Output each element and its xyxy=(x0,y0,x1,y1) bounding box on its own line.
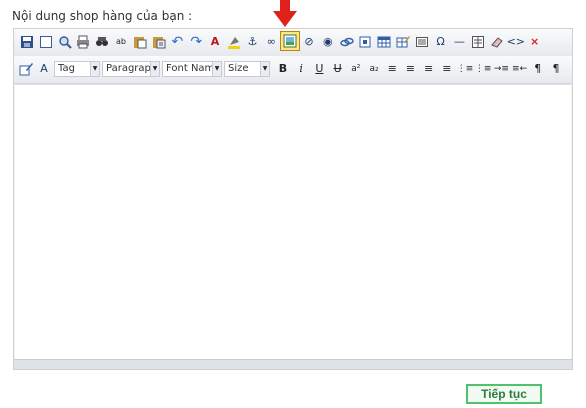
paste-icon[interactable] xyxy=(132,34,148,50)
undo-icon[interactable]: ↶ xyxy=(169,34,185,50)
table-edit-icon[interactable] xyxy=(395,34,411,50)
document-link-icon[interactable] xyxy=(339,34,355,50)
outdent-icon[interactable]: ≡← xyxy=(512,61,528,77)
rtl-icon[interactable]: ¶ xyxy=(548,61,564,77)
find-icon[interactable] xyxy=(94,34,110,50)
anchor-icon[interactable]: ⚓ xyxy=(245,34,261,50)
preview-icon[interactable] xyxy=(57,34,73,50)
editor-content-area[interactable] xyxy=(15,84,571,361)
chevron-down-icon: ▼ xyxy=(260,62,269,76)
toolbar-row-1: ab ↶ ↷ A ⚓ ∞ ⊘ ◉ Ω — <> × xyxy=(14,29,572,57)
unordered-list-icon[interactable]: ⋮≡ xyxy=(475,61,492,77)
bold-icon[interactable]: B xyxy=(275,61,291,77)
strikethrough-icon[interactable]: U xyxy=(330,61,346,77)
indent-icon[interactable]: →≡ xyxy=(493,61,509,77)
text-color-icon[interactable]: A xyxy=(207,34,223,50)
save-icon[interactable] xyxy=(19,34,35,50)
print-icon[interactable] xyxy=(75,34,91,50)
superscript-icon[interactable]: a² xyxy=(348,61,364,77)
ordered-list-icon[interactable]: ⋮≡ xyxy=(457,61,474,77)
tag-select-value: Tag xyxy=(58,63,75,74)
tag-select[interactable]: Tag ▼ xyxy=(54,61,100,77)
background-color-icon[interactable] xyxy=(226,34,242,50)
chevron-down-icon: ▼ xyxy=(150,62,159,76)
style-icon[interactable] xyxy=(18,61,34,77)
page-title: Nội dung shop hàng của bạn : xyxy=(12,9,193,23)
align-justify-icon[interactable]: ≡ xyxy=(439,61,455,77)
font-name-select[interactable]: Font Name ▼ xyxy=(162,61,222,77)
link-icon[interactable]: ∞ xyxy=(263,34,279,50)
close-icon[interactable]: × xyxy=(527,34,543,50)
source-code-icon[interactable]: <> xyxy=(507,34,525,50)
flash-icon[interactable]: ⊘ xyxy=(301,34,317,50)
ltr-icon[interactable]: ¶ xyxy=(530,61,546,77)
insert-image-icon[interactable] xyxy=(280,31,301,51)
toolbar-row-2: Tag ▼ Paragraph ▼ Font Name ▼ Size ▼ A Bi… xyxy=(14,56,572,84)
horizontal-rule-icon[interactable]: — xyxy=(451,34,467,50)
underline-icon[interactable]: U xyxy=(311,61,327,77)
align-center-icon[interactable]: ≡ xyxy=(402,61,418,77)
font-style-icon[interactable]: A xyxy=(36,61,52,77)
size-select[interactable]: Size ▼ xyxy=(224,61,270,77)
editor-status-bar xyxy=(14,359,572,369)
align-right-icon[interactable]: ≡ xyxy=(421,61,437,77)
size-select-value: Size xyxy=(228,63,249,74)
chevron-down-icon: ▼ xyxy=(212,62,221,76)
spellcheck-icon[interactable]: ab xyxy=(113,34,129,50)
special-char-icon[interactable]: Ω xyxy=(433,34,449,50)
next-button[interactable]: Tiếp tục xyxy=(466,384,542,404)
subscript-icon[interactable]: a₂ xyxy=(366,61,382,77)
red-arrow-indicator xyxy=(273,0,297,27)
rich-text-editor: ab ↶ ↷ A ⚓ ∞ ⊘ ◉ Ω — <> × Tag ▼ Paragraph ▼ Font Na… xyxy=(13,28,573,370)
align-left-icon[interactable]: ≡ xyxy=(384,61,400,77)
form-icon[interactable] xyxy=(470,34,486,50)
redo-icon[interactable]: ↷ xyxy=(188,34,204,50)
new-page-icon[interactable] xyxy=(38,34,54,50)
eraser-icon[interactable] xyxy=(489,34,505,50)
chevron-down-icon: ▼ xyxy=(90,62,99,76)
italic-icon[interactable]: i xyxy=(293,61,309,77)
table-icon[interactable] xyxy=(376,34,392,50)
media-icon[interactable]: ◉ xyxy=(320,34,336,50)
frame-icon[interactable] xyxy=(357,34,373,50)
insert-box-icon[interactable] xyxy=(414,34,430,50)
paragraph-select[interactable]: Paragraph ▼ xyxy=(102,61,160,77)
paste-text-icon[interactable] xyxy=(151,34,167,50)
